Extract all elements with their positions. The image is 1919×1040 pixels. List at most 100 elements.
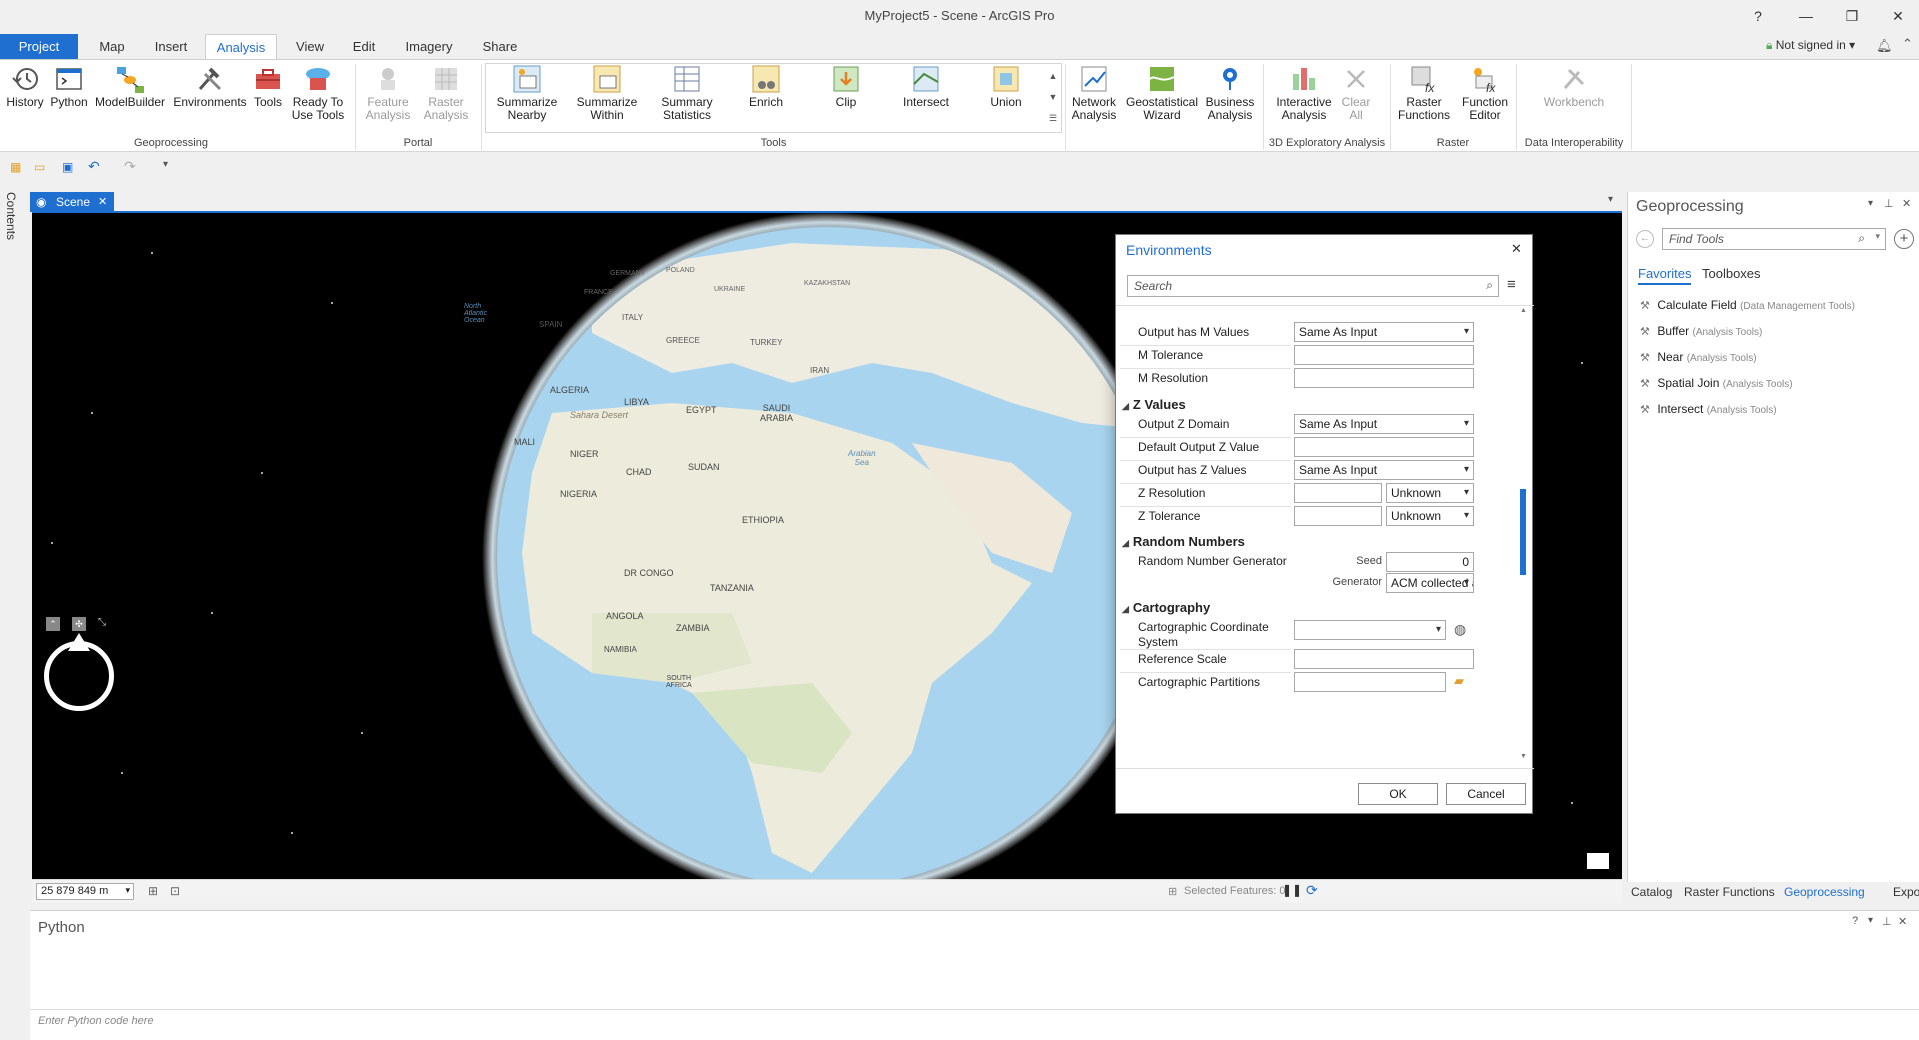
- close-window-button[interactable]: ✕: [1878, 4, 1918, 28]
- seed-field[interactable]: 0: [1386, 552, 1474, 572]
- section-random-numbers[interactable]: ◢ Random Numbers: [1122, 534, 1245, 549]
- environments-button[interactable]: Environments: [172, 64, 248, 109]
- favorite-tool-intersect[interactable]: ⚒ Intersect (Analysis Tools): [1640, 402, 1777, 416]
- tab-insert[interactable]: Insert: [146, 34, 196, 60]
- gallery-scroll[interactable]: ▲ ▼ ☰: [1047, 66, 1059, 130]
- redo-icon[interactable]: ↷: [124, 158, 136, 175]
- customize-icon[interactable]: ▾: [163, 159, 168, 170]
- output-has-m-values-select[interactable]: Same As Input: [1294, 322, 1474, 342]
- scrollbar[interactable]: ▲ ▼: [1519, 307, 1527, 767]
- network-analysis-button[interactable]: Network Analysis: [1068, 64, 1120, 122]
- interactive-analysis-button[interactable]: Interactive Analysis: [1272, 64, 1336, 122]
- ready-to-use-tools-button[interactable]: Ready To Use Tools: [288, 64, 348, 122]
- menu-icon[interactable]: ≡: [1507, 276, 1516, 293]
- cartographic-coordinate-system-select[interactable]: [1294, 620, 1446, 640]
- tab-edit[interactable]: Edit: [346, 34, 382, 60]
- default-output-z-value-field[interactable]: [1294, 437, 1474, 457]
- save-icon[interactable]: ▣: [62, 160, 73, 174]
- feature-analysis-button[interactable]: Feature Analysis: [360, 64, 416, 122]
- summary-statistics-button[interactable]: Summary Statistics: [654, 64, 720, 122]
- globe-icon[interactable]: ◍: [1454, 621, 1466, 638]
- tab-map[interactable]: Map: [88, 34, 136, 60]
- cancel-button[interactable]: Cancel: [1446, 783, 1526, 805]
- tab-imagery[interactable]: Imagery: [399, 34, 459, 60]
- pane-menu-icon[interactable]: ▾: [1868, 915, 1873, 926]
- modelbuilder-button[interactable]: ModelBuilder: [94, 64, 166, 109]
- tab-catalog[interactable]: Catalog: [1631, 885, 1672, 899]
- cartographic-partitions-field[interactable]: [1294, 672, 1446, 692]
- full-control-icon[interactable]: ✣: [72, 617, 86, 631]
- clip-button[interactable]: Clip: [818, 64, 874, 109]
- tab-toolboxes[interactable]: Toolboxes: [1702, 266, 1761, 281]
- python-input[interactable]: Enter Python code here: [30, 1009, 1919, 1031]
- scale-selector[interactable]: 25 879 849 m ▾: [36, 883, 134, 900]
- environment-search-input[interactable]: Search ⌕: [1127, 275, 1499, 297]
- clear-all-button[interactable]: Clear All: [1340, 64, 1372, 122]
- z-tolerance-unit-select[interactable]: Unknown: [1386, 506, 1474, 526]
- snapping-icon[interactable]: ⊡: [170, 884, 180, 898]
- navigator-compass[interactable]: [44, 641, 114, 711]
- search-icon[interactable]: ⌕: [1858, 231, 1865, 246]
- minimize-button[interactable]: —: [1786, 4, 1826, 28]
- reference-scale-field[interactable]: [1294, 649, 1474, 669]
- geostatistical-wizard-button[interactable]: Geostatistical Wizard: [1124, 64, 1200, 122]
- scroll-down-icon[interactable]: ▼: [1520, 753, 1527, 760]
- find-tools-input[interactable]: Find Tools ⌕ ▾: [1662, 228, 1886, 250]
- tab-raster-functions[interactable]: Raster Functions: [1684, 885, 1775, 899]
- new-project-icon[interactable]: ▦: [10, 160, 21, 174]
- favorite-tool-buffer[interactable]: ⚒ Buffer (Analysis Tools): [1640, 324, 1762, 338]
- scene-tab[interactable]: ◉ Scene ✕: [30, 192, 114, 212]
- history-button[interactable]: History: [4, 64, 46, 109]
- section-cartography[interactable]: ◢ Cartography: [1122, 600, 1210, 615]
- scrollbar-thumb[interactable]: [1520, 489, 1526, 575]
- function-editor-button[interactable]: fx Function Editor: [1458, 64, 1512, 122]
- raster-functions-button[interactable]: fx Raster Functions: [1394, 64, 1454, 122]
- python-button[interactable]: Python: [48, 64, 90, 109]
- output-has-z-values-select[interactable]: Same As Input: [1294, 460, 1474, 480]
- enrich-button[interactable]: Enrich: [738, 64, 794, 109]
- z-resolution-unit-select[interactable]: Unknown: [1386, 483, 1474, 503]
- pin-icon[interactable]: ⊥: [1884, 197, 1894, 210]
- map-tips-icon[interactable]: [1587, 853, 1609, 869]
- back-icon[interactable]: ←: [1636, 230, 1654, 248]
- intersect-button[interactable]: Intersect: [898, 64, 954, 109]
- close-icon[interactable]: ✕: [98, 192, 107, 212]
- help-icon[interactable]: ?: [1852, 915, 1858, 927]
- close-icon[interactable]: ✕: [1898, 915, 1907, 928]
- expand-icon[interactable]: ⤡: [98, 617, 106, 628]
- generator-select[interactable]: ACM collected alg: [1386, 573, 1474, 593]
- undo-icon[interactable]: ↶: [88, 158, 100, 175]
- tab-favorites[interactable]: Favorites: [1638, 266, 1692, 285]
- raster-analysis-button[interactable]: Raster Analysis: [418, 64, 474, 122]
- m-resolution-field[interactable]: [1294, 368, 1474, 388]
- chevron-down-icon[interactable]: ▾: [1608, 194, 1613, 205]
- add-icon[interactable]: +: [1894, 229, 1914, 249]
- close-icon[interactable]: ✕: [1902, 197, 1911, 210]
- restore-button[interactable]: ❐: [1832, 4, 1872, 28]
- pause-drawing-icon[interactable]: ❚❚: [1282, 883, 1302, 897]
- summarize-nearby-button[interactable]: Summarize Nearby: [494, 64, 560, 122]
- contents-strip[interactable]: Contents: [0, 186, 26, 906]
- workbench-button[interactable]: Workbench: [1538, 64, 1610, 109]
- union-button[interactable]: Union: [978, 64, 1034, 109]
- chevron-down-icon[interactable]: ▾: [1875, 231, 1880, 242]
- tab-analysis[interactable]: Analysis: [205, 34, 277, 60]
- business-analysis-button[interactable]: Business Analysis: [1202, 64, 1258, 122]
- pin-icon[interactable]: ⊥: [1882, 915, 1892, 928]
- favorite-tool-near[interactable]: ⚒ Near (Analysis Tools): [1640, 350, 1757, 364]
- scroll-up-icon[interactable]: ▲: [1520, 307, 1527, 314]
- search-icon[interactable]: ⌕: [1486, 278, 1493, 293]
- tab-export[interactable]: Export: [1893, 885, 1919, 899]
- m-tolerance-field[interactable]: [1294, 345, 1474, 365]
- contents-tab[interactable]: Contents: [4, 192, 18, 240]
- favorite-tool-spatial-join[interactable]: ⚒ Spatial Join (Analysis Tools): [1640, 376, 1793, 390]
- output-z-domain-select[interactable]: Same As Input: [1294, 414, 1474, 434]
- refresh-icon[interactable]: ⟳: [1306, 882, 1318, 899]
- close-icon[interactable]: ✕: [1511, 241, 1522, 257]
- z-tolerance-field[interactable]: [1294, 506, 1382, 526]
- pane-menu-icon[interactable]: ▾: [1868, 198, 1873, 209]
- collapse-navigator-icon[interactable]: ⌃: [46, 617, 60, 631]
- bell-icon[interactable]: 🔔︎: [1876, 38, 1893, 54]
- summarize-within-button[interactable]: Summarize Within: [574, 64, 640, 122]
- account-status[interactable]: 🔒︎ Not signed in ▾: [1766, 38, 1855, 53]
